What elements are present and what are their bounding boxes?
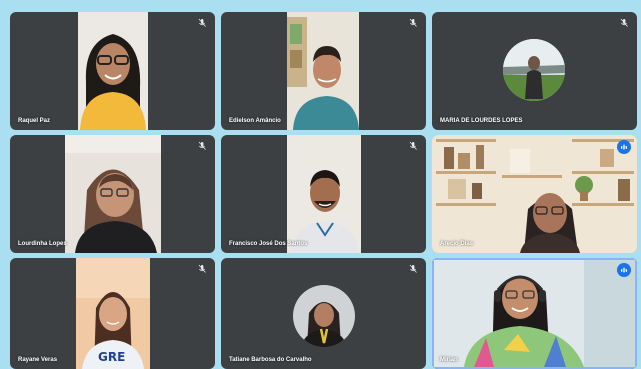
- participant-name: Francisco José Dos Santos: [229, 241, 308, 247]
- participant-video: [287, 135, 361, 253]
- participant-tile-tatiane-barbosa[interactable]: Tatiane Barbosa do Carvalho: [221, 258, 426, 369]
- participant-tile-arecio-dias[interactable]: Arecio Dias: [432, 135, 637, 253]
- participant-video-frame: [287, 12, 359, 130]
- mic-muted-icon: [197, 264, 207, 274]
- participant-tile-raquel-paz[interactable]: Raquel Paz: [10, 12, 215, 130]
- speaking-indicator-icon: [617, 140, 631, 154]
- participant-video: GRE: [76, 258, 150, 369]
- participant-tile-francisco-jose[interactable]: Francisco José Dos Santos: [221, 135, 426, 253]
- participant-video: [78, 12, 148, 130]
- participant-video-frame: [432, 135, 637, 253]
- participant-video-frame: [434, 260, 635, 367]
- video-grid: Raquel Paz Edielson Amâncio MARIA DE LOU…: [10, 12, 637, 369]
- mic-muted-icon: [197, 141, 207, 151]
- participant-video-frame: [78, 12, 148, 130]
- participant-name: MARIA DE LOURDES LOPES: [440, 118, 523, 124]
- participant-name: Lourdinha Lopes: [18, 241, 67, 247]
- shirt-text: GRE: [98, 350, 125, 364]
- mic-muted-icon: [408, 18, 418, 28]
- participant-tile-lourdinha-lopes[interactable]: Lourdinha Lopes: [10, 135, 215, 253]
- participant-tile-mirian[interactable]: Mirian: [432, 258, 637, 369]
- mic-muted-icon: [408, 141, 418, 151]
- participant-video: [432, 135, 637, 253]
- participant-tile-rayane-veras[interactable]: GRE Rayane Veras: [10, 258, 215, 369]
- participant-video: [65, 135, 161, 253]
- participant-video-frame: [65, 135, 161, 253]
- participant-name: Mirian: [440, 357, 458, 363]
- mic-muted-icon: [197, 18, 207, 28]
- mic-muted-icon: [408, 264, 418, 274]
- participant-tile-edielson-amancio[interactable]: Edielson Amâncio: [221, 12, 426, 130]
- participant-tile-maria-de-lourdes-lopes[interactable]: MARIA DE LOURDES LOPES: [432, 12, 637, 130]
- mic-muted-icon: [619, 18, 629, 28]
- participant-name: Arecio Dias: [440, 241, 474, 247]
- participant-video: [287, 12, 359, 130]
- participant-video-frame: GRE: [76, 258, 150, 369]
- participant-name: Raquel Paz: [18, 118, 51, 124]
- participant-name: Rayane Veras: [18, 357, 58, 363]
- participant-name: Tatiane Barbosa do Carvalho: [229, 357, 312, 363]
- participant-name: Edielson Amâncio: [229, 118, 281, 124]
- participant-video-frame: [287, 135, 361, 253]
- speaking-indicator-icon: [617, 263, 631, 277]
- avatar: [293, 285, 355, 347]
- avatar: [503, 39, 565, 101]
- participant-video: [434, 260, 635, 367]
